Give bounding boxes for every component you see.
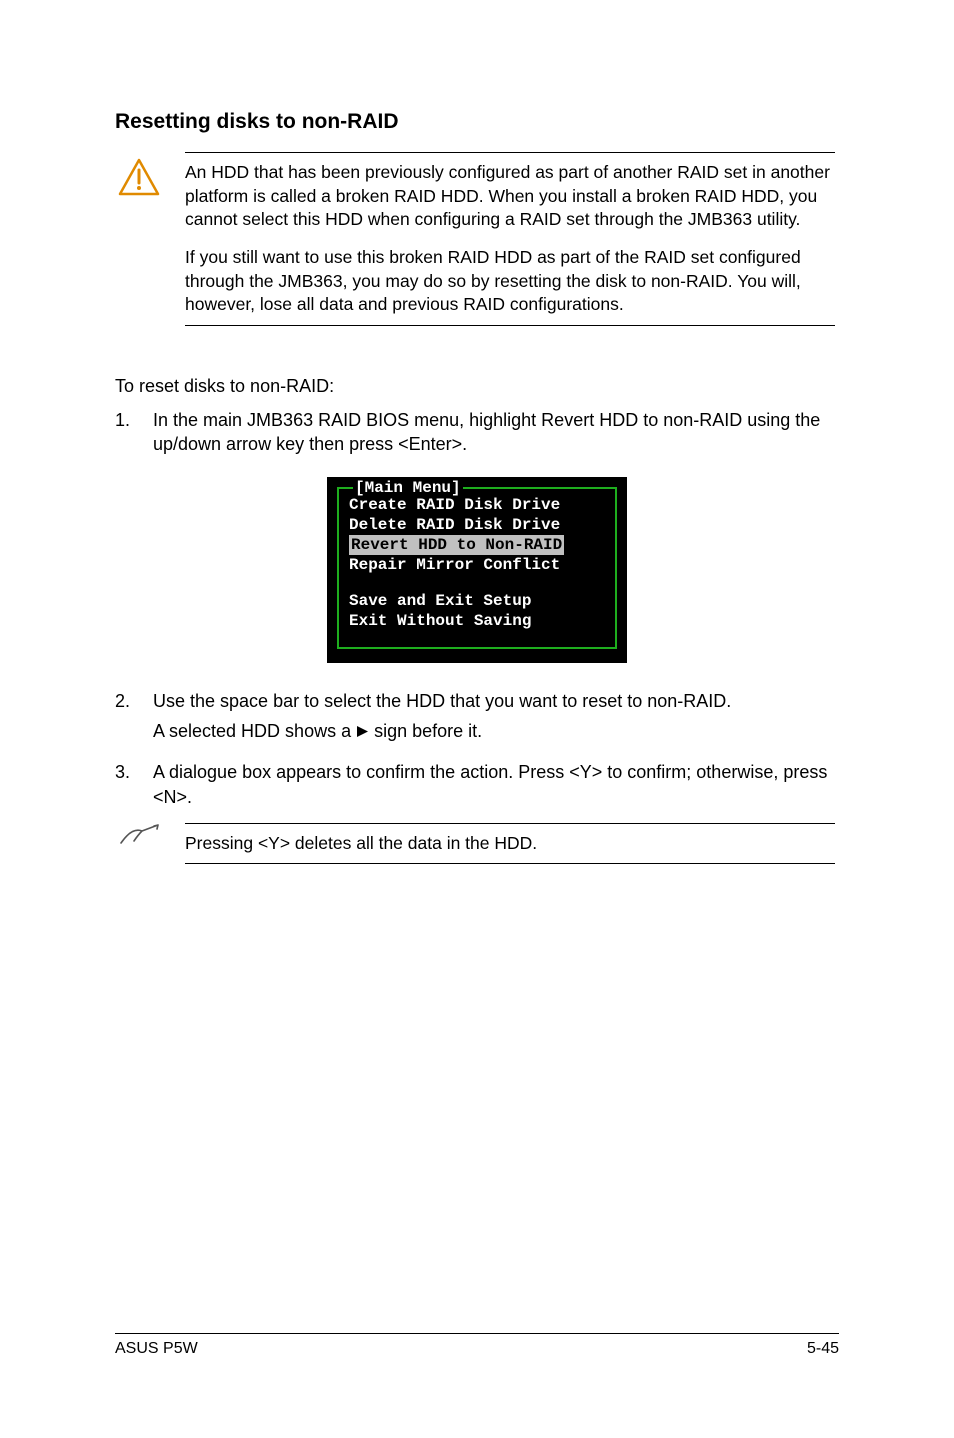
footer-right: 5-45 (807, 1340, 839, 1358)
step-1: 1. In the main JMB363 RAID BIOS menu, hi… (115, 408, 839, 457)
warning-block: An HDD that has been previously configur… (115, 152, 839, 326)
page: Resetting disks to non-RAID An HDD that … (0, 0, 954, 1438)
bios-item-delete: Delete RAID Disk Drive (349, 515, 605, 535)
divider (185, 152, 835, 153)
note-text: Pressing <Y> deletes all the data in the… (185, 832, 835, 856)
step-number: 3. (115, 760, 153, 809)
steps-list: 1. In the main JMB363 RAID BIOS menu, hi… (115, 408, 839, 457)
step-3: 3. A dialogue box appears to confirm the… (115, 760, 839, 809)
bios-gap (349, 575, 605, 591)
step-2-line-1: Use the space bar to select the HDD that… (153, 689, 839, 713)
bios-item-revert: Revert HDD to Non-RAID (349, 535, 605, 555)
steps-list-continued: 2. Use the space bar to select the HDD t… (115, 689, 839, 809)
bios-menu-title: [Main Menu] (353, 478, 463, 498)
bios-menu-wrap: [Main Menu] Create RAID Disk Drive Delet… (115, 477, 839, 663)
bios-menu: [Main Menu] Create RAID Disk Drive Delet… (327, 477, 627, 663)
step-number: 1. (115, 408, 153, 457)
bios-item-save: Save and Exit Setup (349, 591, 605, 611)
divider (185, 823, 835, 824)
note-icon (118, 821, 162, 856)
warning-paragraph-1: An HDD that has been previously configur… (185, 161, 835, 232)
step-2-line-2: A selected HDD shows a sign before it. (153, 719, 839, 744)
footer-left: ASUS P5W (115, 1340, 198, 1358)
bios-item-repair: Repair Mirror Conflict (349, 555, 605, 575)
divider (185, 325, 835, 326)
body-content: To reset disks to non-RAID: 1. In the ma… (115, 374, 839, 809)
step-2b-post: sign before it. (369, 721, 482, 741)
step-text: In the main JMB363 RAID BIOS menu, highl… (153, 408, 839, 457)
bios-menu-inner: [Main Menu] Create RAID Disk Drive Delet… (337, 487, 617, 649)
section-heading: Resetting disks to non-RAID (115, 110, 839, 134)
intro-text: To reset disks to non-RAID: (115, 374, 839, 398)
bios-item-create: Create RAID Disk Drive (349, 495, 605, 515)
step-2b-pre: A selected HDD shows a (153, 721, 356, 741)
note-block: Pressing <Y> deletes all the data in the… (115, 823, 839, 865)
warning-paragraph-2: If you still want to use this broken RAI… (185, 246, 835, 317)
step-number: 2. (115, 689, 153, 751)
page-footer: ASUS P5W 5-45 (115, 1333, 839, 1358)
bios-item-exit: Exit Without Saving (349, 611, 605, 631)
step-text: A dialogue box appears to confirm the ac… (153, 760, 839, 809)
step-text: Use the space bar to select the HDD that… (153, 689, 839, 751)
step-2: 2. Use the space bar to select the HDD t… (115, 689, 839, 751)
divider (185, 863, 835, 864)
footer-divider (115, 1333, 839, 1334)
bios-item-revert-highlight: Revert HDD to Non-RAID (349, 535, 564, 555)
warning-text: An HDD that has been previously configur… (185, 161, 835, 317)
warning-icon (118, 158, 160, 201)
triangle-right-icon (356, 720, 369, 744)
